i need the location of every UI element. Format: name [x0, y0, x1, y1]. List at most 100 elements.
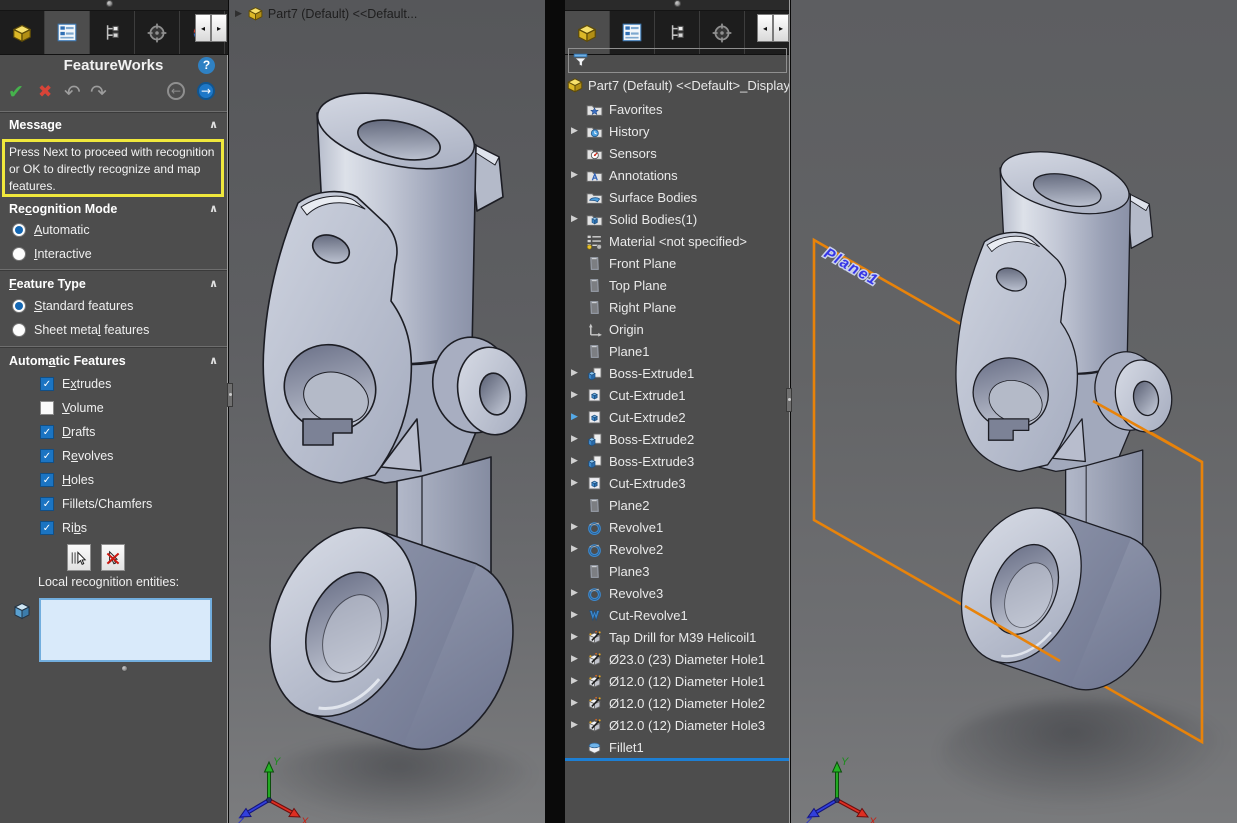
expand-arrow-icon[interactable]: ▶ [571, 434, 586, 444]
radio-option[interactable]: Sheet metal features [0, 318, 227, 342]
tab-scroll-right-icon[interactable]: ▸ [211, 14, 227, 42]
tree-item[interactable]: ▶Cut-Extrude1 [565, 384, 790, 406]
tree-item[interactable]: ▶Revolve2 [565, 538, 790, 560]
radio-option[interactable]: Standard features [0, 294, 227, 318]
next-button[interactable]: → [197, 82, 215, 100]
tree-item[interactable]: ▶Right Plane [565, 296, 790, 318]
deselect-entities-button[interactable] [101, 544, 125, 571]
feature-checkbox[interactable]: Drafts [0, 420, 227, 444]
part-model[interactable] [229, 0, 545, 823]
right-panel-titlebar[interactable] [565, 0, 790, 11]
back-button[interactable]: ← [167, 82, 185, 100]
expand-arrow-icon[interactable]: ▶ [571, 368, 586, 378]
feature-checkbox[interactable]: Revolves [0, 444, 227, 468]
automatic-features-header[interactable]: Automatic Features ∧ [0, 354, 227, 368]
expand-arrow-icon[interactable]: ▶ [571, 610, 586, 620]
tree-item[interactable]: ▶Cut-Extrude3 [565, 472, 790, 494]
tree-item[interactable]: ▶Cut-Revolve1 [565, 604, 790, 626]
help-icon[interactable]: ? [198, 57, 215, 74]
part-model-with-plane[interactable]: Plane1 [791, 0, 1237, 823]
expand-arrow-icon[interactable]: ▶ [571, 478, 586, 488]
local-recognition-listbox[interactable] [39, 598, 212, 662]
panel-tab[interactable] [0, 11, 45, 54]
listbox-resize-grip[interactable] [121, 665, 128, 672]
tree-item[interactable]: ▶Annotations [565, 164, 790, 186]
select-entities-button[interactable] [67, 544, 91, 571]
tree-item[interactable]: ▶Surface Bodies [565, 186, 790, 208]
radio-option[interactable]: Automatic [0, 218, 227, 242]
tree-item[interactable]: ▶Tap Drill for M39 Helicoil1 [565, 626, 790, 648]
panel-tab[interactable] [90, 11, 135, 54]
tree-item[interactable]: ▶Ø12.0 (12) Diameter Hole3 [565, 714, 790, 736]
graphics-viewport-left[interactable]: ▶ Part7 (Default) <<Default... Y X Z [229, 0, 545, 823]
expand-arrow-icon[interactable]: ▶ [571, 698, 586, 708]
tree-item[interactable]: ▶Boss-Extrude1 [565, 362, 790, 384]
expand-arrow-icon[interactable]: ▶ [571, 126, 586, 136]
recognition-mode-header[interactable]: Recognition Mode ∧ [0, 202, 227, 216]
undo-icon[interactable]: ↶ [64, 80, 81, 104]
expand-arrow-icon[interactable]: ▶ [571, 522, 586, 532]
expand-arrow-icon[interactable]: ▶ [571, 390, 586, 400]
feature-checkbox[interactable]: Ribs [0, 516, 227, 540]
feature-checkbox[interactable]: Fillets/Chamfers [0, 492, 227, 516]
tree-item[interactable]: ▶Ø12.0 (12) Diameter Hole1 [565, 670, 790, 692]
tree-item[interactable]: ▶Plane2 [565, 494, 790, 516]
collapse-chevron-icon[interactable]: ∧ [209, 277, 218, 291]
tree-item[interactable]: ▶Revolve1 [565, 516, 790, 538]
tree-item[interactable]: ▶Sensors [565, 142, 790, 164]
redo-icon[interactable]: ↷ [90, 80, 107, 104]
tree-item[interactable]: ▶Material <not specified> [565, 230, 790, 252]
expand-arrow-icon[interactable]: ▶ [571, 588, 586, 598]
tab-scroll-right-icon[interactable]: ▸ [773, 14, 789, 42]
tree-item[interactable]: ▶Plane1 [565, 340, 790, 362]
collapse-chevron-icon[interactable]: ∧ [209, 354, 218, 368]
cancel-button[interactable]: ✖ [38, 82, 52, 102]
tab-scroll-left-icon[interactable]: ◂ [757, 14, 773, 42]
expand-arrow-icon[interactable]: ▶ [571, 654, 586, 664]
radio-option[interactable]: Interactive [0, 242, 227, 266]
plane1-label[interactable]: Plane1 [821, 245, 882, 290]
tree-item[interactable]: ▶Cut-Extrude2 [565, 406, 790, 428]
left-panel-titlebar[interactable] [0, 0, 228, 11]
expand-arrow-icon[interactable]: ▶ [571, 170, 586, 180]
tree-item[interactable]: ▶Boss-Extrude2 [565, 428, 790, 450]
feature-type-header[interactable]: Feature Type ∧ [0, 277, 227, 291]
tab-scroll-left-icon[interactable]: ◂ [195, 14, 211, 42]
tree-item[interactable]: ▶Origin [565, 318, 790, 340]
expand-arrow-icon[interactable]: ▶ [571, 544, 586, 554]
collapse-chevron-icon[interactable]: ∧ [209, 118, 218, 132]
expand-arrow-icon[interactable]: ▶ [571, 214, 586, 224]
tree-item[interactable]: ▶Revolve3 [565, 582, 790, 604]
tree-item[interactable]: ▶Fillet1 [565, 736, 790, 758]
panel-tab[interactable] [45, 11, 90, 54]
feature-checkbox[interactable]: Extrudes [0, 372, 227, 396]
tree-item[interactable]: ▶Plane3 [565, 560, 790, 582]
panel-tab[interactable] [135, 11, 180, 54]
expand-arrow-icon[interactable]: ▶ [571, 632, 586, 642]
ok-button[interactable]: ✔ [8, 81, 24, 103]
expand-arrow-icon[interactable]: ▶ [571, 720, 586, 730]
expand-arrow-icon[interactable]: ▶ [571, 676, 586, 686]
rollback-bar[interactable] [565, 758, 790, 761]
expand-arrow-icon[interactable]: ▶ [571, 456, 586, 466]
tree-root-item[interactable]: Part7 (Default) <<Default>_Display Sta [566, 74, 790, 96]
titlebar-grip[interactable] [106, 0, 113, 7]
left-splitter-handle[interactable] [227, 383, 233, 407]
tree-item[interactable]: ▶Ø23.0 (23) Diameter Hole1 [565, 648, 790, 670]
right-splitter-handle[interactable] [786, 388, 792, 412]
feature-checkbox[interactable]: Volume [0, 396, 227, 420]
tree-item[interactable]: ▶Top Plane [565, 274, 790, 296]
tree-filter-input[interactable] [568, 48, 787, 73]
collapse-chevron-icon[interactable]: ∧ [209, 202, 218, 216]
tree-item[interactable]: ▶Boss-Extrude3 [565, 450, 790, 472]
tree-item[interactable]: ▶Front Plane [565, 252, 790, 274]
message-section-header[interactable]: Message ∧ [0, 118, 227, 132]
graphics-viewport-right[interactable]: Plane1 Y X Z [791, 0, 1237, 823]
tree-item[interactable]: ▶History [565, 120, 790, 142]
tree-item[interactable]: ▶Ø12.0 (12) Diameter Hole2 [565, 692, 790, 714]
feature-checkbox[interactable]: Holes [0, 468, 227, 492]
expand-arrow-icon[interactable]: ▶ [571, 412, 586, 422]
tree-item[interactable]: ▶Favorites [565, 98, 790, 120]
titlebar-grip[interactable] [674, 0, 681, 7]
tree-item[interactable]: ▶Solid Bodies(1) [565, 208, 790, 230]
